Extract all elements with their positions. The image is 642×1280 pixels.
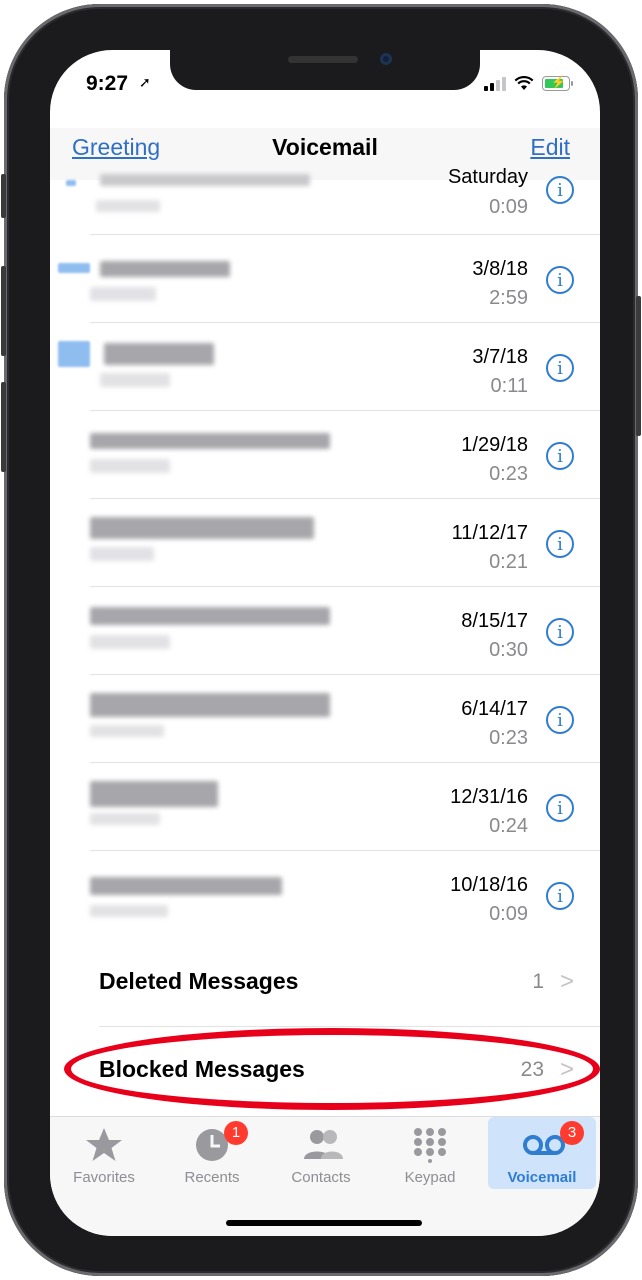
edit-button[interactable]: Edit (530, 134, 570, 161)
tab-keypad[interactable]: Keypad (376, 1117, 484, 1189)
voicemail-icon (522, 1127, 565, 1163)
cellular-signal-icon (484, 76, 506, 91)
status-icons: ⚡ (484, 75, 573, 91)
voicemail-duration: 0:23 (489, 463, 528, 485)
voicemail-duration: 0:09 (489, 903, 528, 925)
voicemail-row[interactable]: 1/29/18 0:23 i (50, 411, 600, 499)
volume-down-button (1, 382, 6, 472)
keypad-icon (410, 1127, 450, 1163)
voicemail-date: Saturday (447, 166, 528, 188)
voicemail-date: 10/18/16 (450, 874, 528, 896)
status-time: 9:27 (86, 72, 129, 95)
wifi-icon (514, 76, 534, 90)
voicemail-duration: 0:21 (489, 551, 528, 573)
notification-badge: 1 (224, 1121, 248, 1145)
divider (99, 1026, 600, 1027)
speaker-grille (288, 56, 358, 63)
home-indicator[interactable] (226, 1220, 422, 1226)
tab-label: Voicemail (507, 1169, 577, 1186)
voicemail-row[interactable]: 3/8/18 2:59 i (50, 235, 600, 323)
front-camera (380, 53, 392, 65)
voicemail-row[interactable]: 3/7/18 0:11 i (50, 323, 600, 411)
voicemail-row[interactable]: 11/12/17 0:21 i (50, 499, 600, 587)
side-button (636, 296, 641, 436)
contacts-icon (301, 1127, 343, 1163)
voicemail-duration: 2:59 (489, 287, 528, 309)
voicemail-duration: 0:11 (490, 375, 528, 397)
info-icon[interactable]: i (546, 794, 574, 822)
voicemail-date: 6/14/17 (461, 698, 528, 720)
tab-voicemail[interactable]: 3 Voicemail (488, 1117, 596, 1189)
voicemail-duration: 0:23 (489, 727, 528, 749)
page-title: Voicemail (272, 134, 378, 160)
tab-favorites[interactable]: Favorites (50, 1117, 158, 1189)
star-icon (84, 1127, 124, 1163)
info-icon[interactable]: i (546, 882, 574, 910)
voicemail-list: Saturday 0:09 i 3/8/18 2:59 i 3/7/18 0:1… (50, 166, 600, 939)
voicemail-duration: 0:09 (489, 196, 528, 218)
voicemail-duration: 0:30 (489, 639, 528, 661)
location-arrow-icon: ➚ (139, 74, 151, 90)
voicemail-date: 11/12/17 (451, 522, 528, 544)
tab-bar: Favorites 1 Recents Contacts Keypad 3 Vo… (50, 1116, 600, 1236)
tab-contacts[interactable]: Contacts (267, 1117, 375, 1189)
deleted-messages-count: 1 (532, 970, 544, 993)
voicemail-date: 3/8/18 (472, 258, 528, 280)
tab-label: Favorites (73, 1169, 135, 1186)
voicemail-date: 1/29/18 (461, 434, 528, 456)
phone-frame: 9:27 ➚ ⚡ Greeting Voicemail Edit Saturda… (1, 4, 641, 1276)
voicemail-row[interactable]: Saturday 0:09 i (50, 166, 600, 235)
info-icon[interactable]: i (546, 354, 574, 382)
info-icon[interactable]: i (546, 530, 574, 558)
chevron-right-icon: > (559, 968, 574, 995)
mute-switch (1, 174, 6, 218)
info-icon[interactable]: i (546, 618, 574, 646)
notch (170, 50, 480, 90)
deleted-messages-row[interactable]: Deleted Messages 1 > (50, 940, 600, 1028)
voicemail-row[interactable]: 10/18/16 0:09 i (50, 851, 600, 939)
info-icon[interactable]: i (546, 442, 574, 470)
annotation-circle (64, 1028, 600, 1110)
info-icon[interactable]: i (546, 266, 574, 294)
tab-recents[interactable]: 1 Recents (158, 1117, 266, 1189)
voicemail-date: 8/15/17 (461, 610, 528, 632)
battery-icon: ⚡ (542, 75, 573, 91)
tab-label: Contacts (291, 1169, 351, 1186)
voicemail-row[interactable]: 12/31/16 0:24 i (50, 763, 600, 851)
voicemail-duration: 0:24 (489, 815, 528, 837)
voicemail-date: 12/31/16 (450, 786, 528, 808)
screen: 9:27 ➚ ⚡ Greeting Voicemail Edit Saturda… (50, 50, 600, 1236)
tab-label: Recents (184, 1169, 240, 1186)
info-icon[interactable]: i (546, 176, 574, 204)
voicemail-row[interactable]: 6/14/17 0:23 i (50, 675, 600, 763)
voicemail-date: 3/7/18 (472, 346, 528, 368)
tab-label: Keypad (404, 1169, 456, 1186)
deleted-messages-label: Deleted Messages (99, 968, 299, 994)
volume-up-button (1, 266, 6, 356)
voicemail-row[interactable]: 8/15/17 0:30 i (50, 587, 600, 675)
info-icon[interactable]: i (546, 706, 574, 734)
notification-badge: 3 (560, 1121, 584, 1145)
